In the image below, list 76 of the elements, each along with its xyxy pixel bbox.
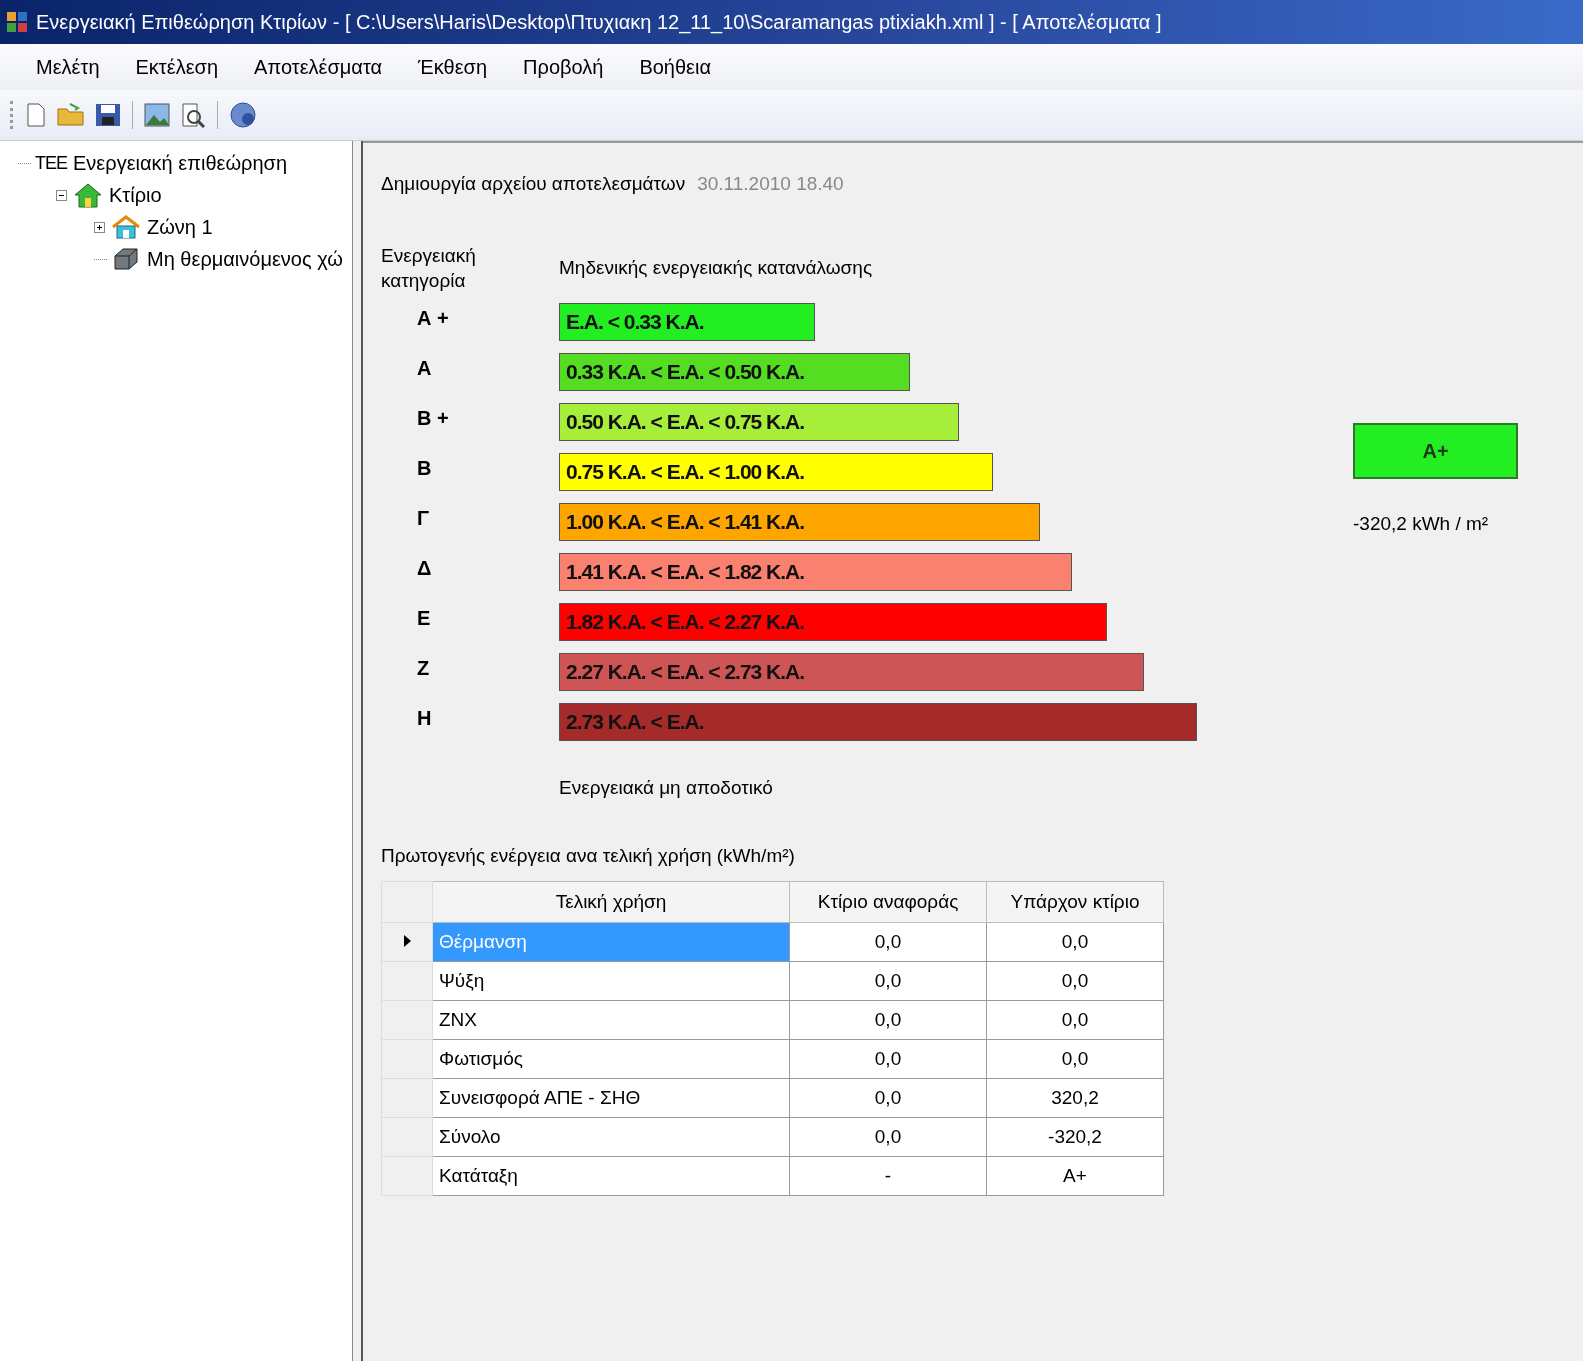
table-cell: 0,0 (789, 1078, 987, 1118)
cube-icon (111, 246, 141, 272)
corner-cell (381, 881, 433, 923)
table-cell: Σύνολο (432, 1117, 790, 1157)
table-cell: 0,0 (789, 1117, 987, 1157)
table-cell: 0,0 (789, 1000, 987, 1040)
tree-item[interactable]: Κτίριο (107, 183, 164, 207)
category-header: Ενεργειακή κατηγορία (381, 244, 477, 293)
energy-class-letter: Β + (416, 407, 450, 430)
folder-icon[interactable] (56, 102, 86, 128)
table-cell: A+ (986, 1156, 1164, 1196)
energy-class-bar: 1.00 Κ.Α. < Ε.Α. < 1.41 Κ.Α. (559, 503, 1040, 541)
menu-item[interactable]: Βοήθεια (621, 51, 729, 83)
scale-bottom-label: Ενεργειακά μη αποδοτικό (559, 777, 774, 799)
table-cell: ΖΝΧ (432, 1000, 790, 1040)
table-cell: Θέρμανση (432, 922, 790, 962)
table-cell: Ψύξη (432, 961, 790, 1001)
table-cell: 320,2 (986, 1078, 1164, 1118)
tree-item[interactable]: Ενεργειακή επιθεώρηση (71, 151, 290, 175)
table-cell: 0,0 (986, 961, 1164, 1001)
table-cell: Συνεισφορά ΑΠΕ - ΣΗΘ (432, 1078, 790, 1118)
table-cell: 0,0 (986, 1039, 1164, 1079)
table-cell: Φωτισμός (432, 1039, 790, 1079)
energy-class-bar: 1.82 Κ.Α. < Ε.Α. < 2.27 Κ.Α. (559, 603, 1107, 641)
column-header[interactable]: Κτίριο αναφοράς (789, 881, 987, 923)
energy-class-letter: Γ (416, 507, 431, 530)
table-cell: - (789, 1156, 987, 1196)
energy-class-letter: Α (416, 357, 433, 380)
rating-badge: A+ (1353, 423, 1518, 479)
column-header[interactable]: Τελική χρήση (432, 881, 790, 923)
energy-class-bar: 1.41 Κ.Α. < Ε.Α. < 1.82 Κ.Α. (559, 553, 1072, 591)
table-cell: Κατάταξη (432, 1156, 790, 1196)
row-header[interactable] (381, 922, 433, 962)
energy-class-letter: Η (416, 707, 433, 730)
table-cell: 0,0 (986, 1000, 1164, 1040)
menu-item[interactable]: Προβολή (505, 51, 622, 83)
column-header[interactable]: Υπάρχον κτίριο (986, 881, 1164, 923)
energy-class-bar: 0.33 Κ.Α. < Ε.Α. < 0.50 Κ.Α. (559, 353, 910, 391)
energy-class-letter: Δ (416, 557, 433, 580)
energy-class-letter: Ε (416, 607, 432, 630)
magnifier-page-icon[interactable] (179, 102, 207, 128)
energy-value: -320,2 kWh / m² (1353, 513, 1490, 535)
table-cell: -320,2 (986, 1117, 1164, 1157)
table-title: Πρωτογενής ενέργεια ανα τελική χρήση (kWh/m²) (381, 845, 796, 867)
tree-item[interactable]: Μη θερμαινόμενος χώ (145, 247, 345, 271)
table-cell: 0,0 (789, 922, 987, 962)
energy-class-bar: 2.73 Κ.Α. < Ε.Α. (559, 703, 1197, 741)
menu-item[interactable]: Αποτελέσματα (236, 51, 401, 83)
app-icon (6, 11, 28, 33)
house-icon (111, 214, 141, 240)
new-file-icon[interactable] (24, 102, 48, 128)
expand-toggle[interactable] (94, 221, 107, 233)
energy-class-bar: 0.50 Κ.Α. < Ε.Α. < 0.75 Κ.Α. (559, 403, 959, 441)
house-icon (73, 182, 103, 208)
logo-text: ΤΕΕ (35, 152, 67, 174)
menu-item[interactable]: Έκθεση (400, 51, 506, 83)
help-icon[interactable] (228, 101, 258, 129)
menu-item[interactable]: Μελέτη (18, 51, 118, 83)
energy-class-letter: Ζ (416, 657, 431, 680)
collapse-toggle[interactable] (56, 189, 69, 201)
menu-item[interactable]: Εκτέλεση (117, 51, 237, 83)
tree-item[interactable]: Ζώνη 1 (145, 215, 215, 239)
window-title: Ενεργειακή Επιθεώρηση Κτιρίων - [ C:\Users\Haris\Desktop\Πτυχιακη 12_11_10\Scaramangas ptixiakh.xml ] - [ Αποτελέσματα ] (36, 10, 1162, 34)
energy-class-letter: Α + (416, 307, 450, 330)
scale-top-label: Μηδενικής ενεργειακής κατανάλωσης (559, 257, 873, 279)
created-date: 30.11.2010 18.40 (697, 173, 844, 195)
energy-class-letter: Β (416, 457, 433, 480)
energy-class-bar: 2.27 Κ.Α. < Ε.Α. < 2.73 Κ.Α. (559, 653, 1144, 691)
current-row-icon (402, 934, 412, 948)
table-cell: 0,0 (986, 922, 1164, 962)
picture-icon[interactable] (143, 102, 171, 128)
table-cell: 0,0 (789, 961, 987, 1001)
created-label: Δημιουργία αρχείου αποτελεσμάτων (381, 173, 686, 195)
energy-class-bar: 0.75 Κ.Α. < Ε.Α. < 1.00 Κ.Α. (559, 453, 993, 491)
energy-class-bar: Ε.Α. < 0.33 Κ.Α. (559, 303, 815, 341)
table-cell: 0,0 (789, 1039, 987, 1079)
